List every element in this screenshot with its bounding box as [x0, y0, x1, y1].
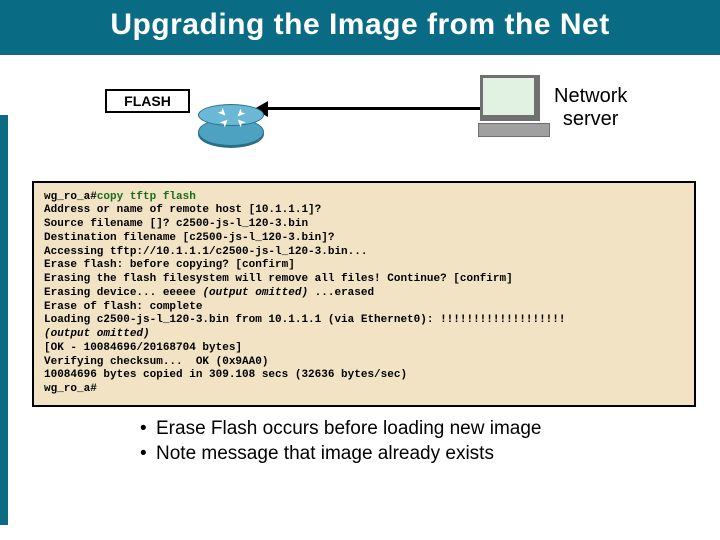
- network-server-label: Networkserver: [554, 85, 627, 131]
- prompt: wg_ro_a#: [44, 191, 97, 203]
- title-band: Upgrading the Image from the Net: [0, 0, 720, 55]
- page-title: Upgrading the Image from the Net: [12, 8, 708, 43]
- transfer-arrow-line: [262, 107, 484, 110]
- flash-card: FLASH: [105, 89, 190, 113]
- terminal-command: copy tftp flash: [97, 191, 196, 203]
- slide-notes: •Erase Flash occurs before loading new i…: [140, 417, 680, 466]
- note-line: Note message that image already exists: [156, 442, 494, 466]
- flash-label: FLASH: [124, 93, 171, 109]
- bullet-dot: •: [140, 442, 156, 466]
- router-icon: ➤ ➤ ➤ ➤: [192, 86, 270, 146]
- network-diagram: FLASH ➤ ➤ ➤ ➤ Networkserver: [0, 61, 720, 181]
- bullet-dot: •: [140, 417, 156, 441]
- note-line: Erase Flash occurs before loading new im…: [156, 417, 541, 441]
- server-icon: [480, 75, 550, 137]
- terminal-output: wg_ro_a#copy tftp flash Address or name …: [32, 181, 696, 407]
